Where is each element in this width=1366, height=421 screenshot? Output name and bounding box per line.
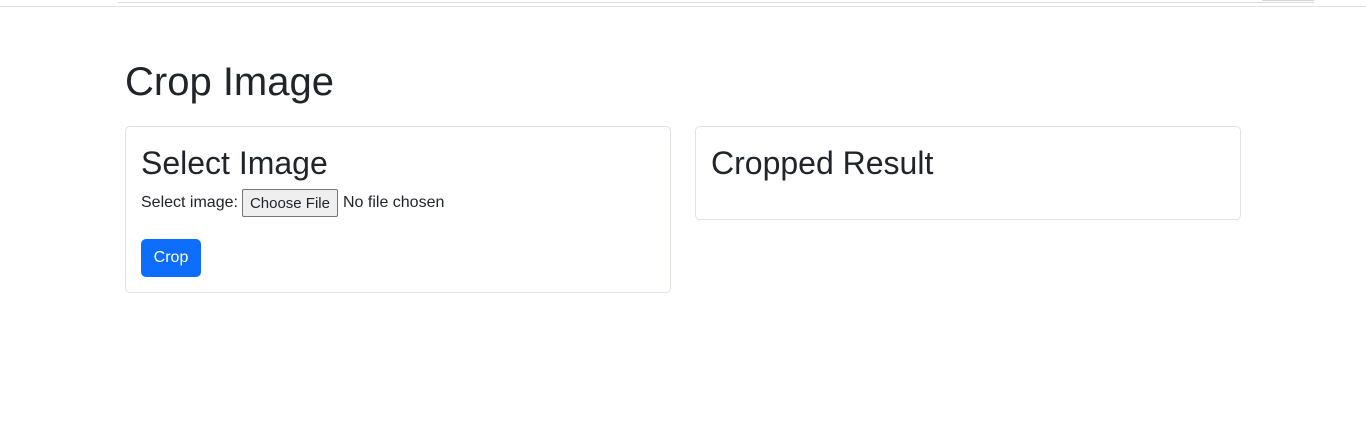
choose-file-button[interactable]: Choose File bbox=[241, 189, 338, 217]
cropped-result-title: Cropped Result bbox=[711, 145, 934, 181]
page-title: Crop Image bbox=[125, 60, 334, 104]
file-status-text: No file chosen bbox=[342, 194, 445, 211]
file-input-label: Select image: bbox=[141, 194, 238, 211]
navbar-strip bbox=[118, 0, 1314, 3]
cropped-result-card: Cropped Result bbox=[695, 126, 1241, 220]
navbar-stub bbox=[1262, 0, 1314, 1]
crop-button[interactable]: Crop bbox=[141, 239, 201, 277]
select-image-title: Select Image bbox=[141, 145, 328, 181]
top-navbar bbox=[0, 0, 1366, 7]
file-input-row: Select image: Choose File No file chosen bbox=[141, 188, 444, 218]
select-image-card: Select Image Select image: Choose File N… bbox=[125, 126, 671, 293]
